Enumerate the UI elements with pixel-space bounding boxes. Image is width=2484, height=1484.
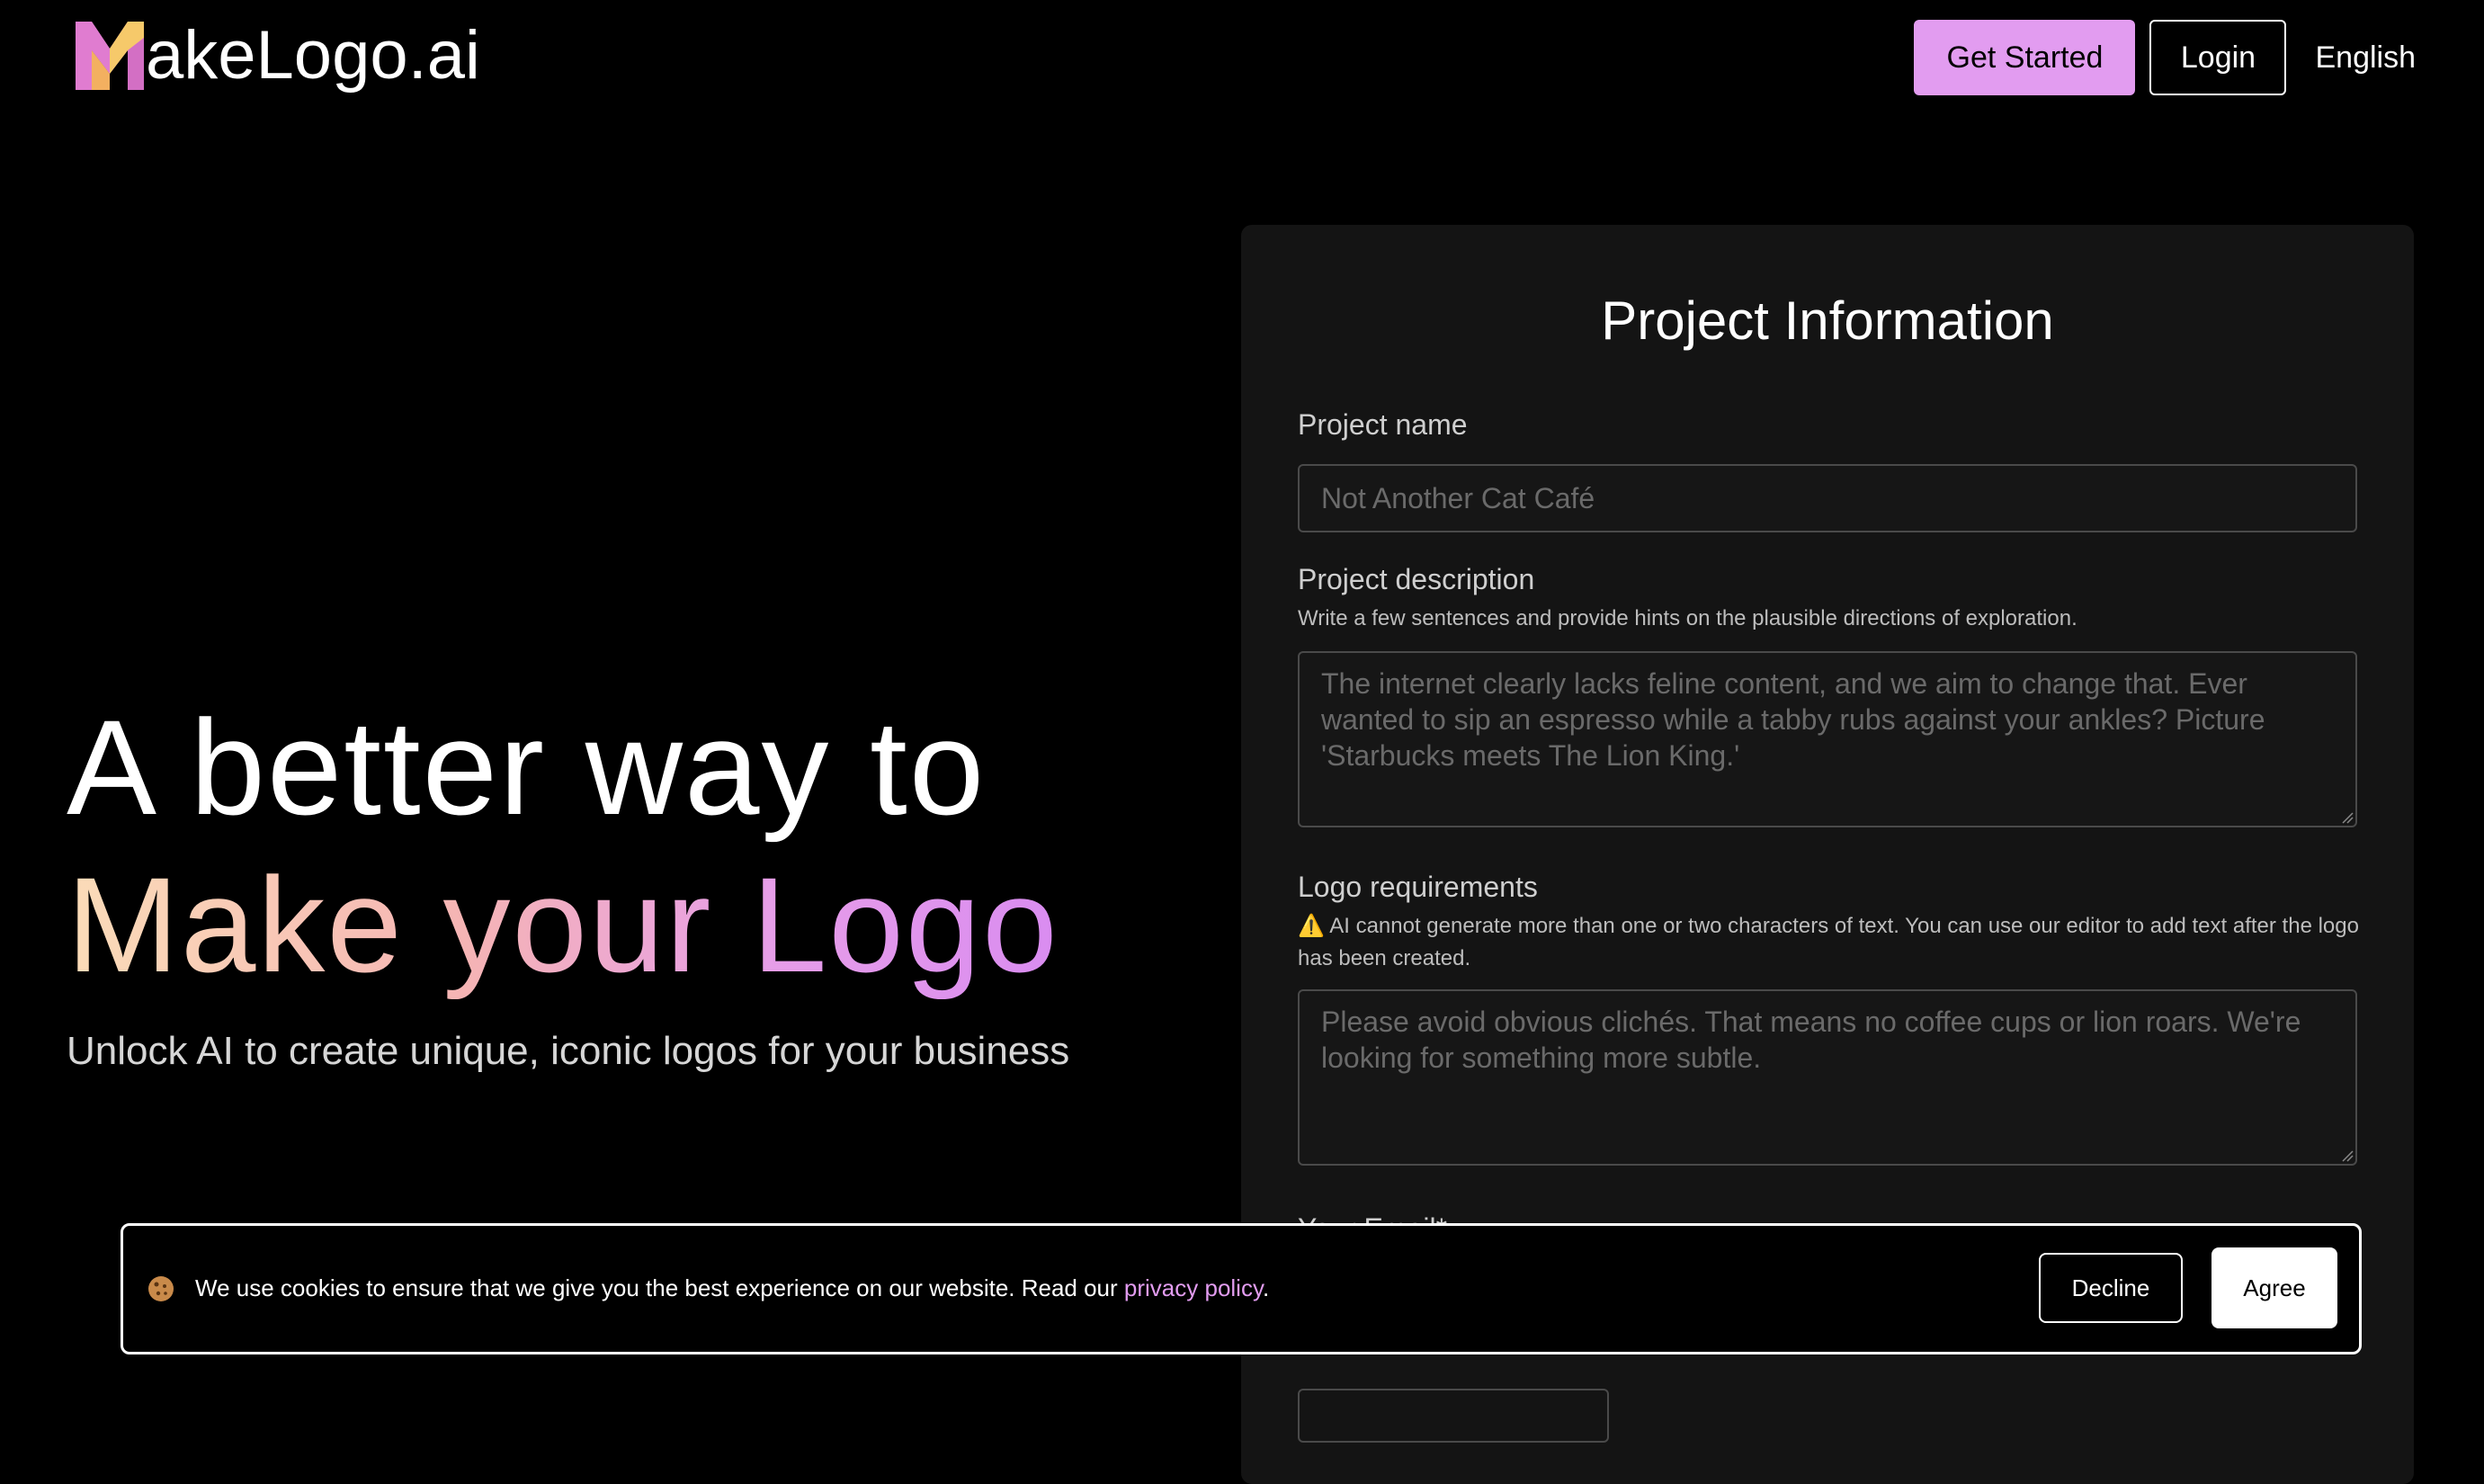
project-description-help: Write a few sentences and provide hints … (1298, 606, 2077, 630)
get-started-button[interactable]: Get Started (1914, 20, 2136, 95)
top-nav: Get Started Login English (1914, 20, 2416, 95)
cookie-text-end: . (1263, 1274, 1270, 1301)
project-name-input[interactable] (1298, 464, 2357, 532)
panel-title: Project Information (1601, 291, 2054, 351)
language-selector[interactable]: English (2315, 40, 2416, 76)
resize-grip-icon[interactable] (2341, 811, 2354, 824)
hero-headline-line1: A better way to (67, 692, 987, 843)
privacy-policy-link[interactable]: privacy policy (1124, 1274, 1263, 1301)
project-description-label: Project description (1298, 563, 1535, 595)
partial-next-field[interactable] (1298, 1389, 1609, 1443)
brand-logo[interactable]: akeLogo.ai (72, 16, 480, 95)
logo-requirements-help: ⚠️ AI cannot generate more than one or t… (1298, 910, 2359, 975)
cookie-message: We use cookies to ensure that we give yo… (195, 1274, 1269, 1302)
brand-name: akeLogo.ai (146, 17, 480, 94)
project-name-label: Project name (1298, 408, 1468, 441)
cookie-icon (148, 1276, 174, 1301)
decline-cookies-button[interactable]: Decline (2039, 1253, 2183, 1323)
project-description-textarea[interactable] (1298, 651, 2357, 827)
cookie-text: We use cookies to ensure that we give yo… (195, 1274, 1124, 1301)
hero-headline-line2: Make your Logo (67, 849, 1059, 1000)
logo-requirements-label: Logo requirements (1298, 871, 1538, 903)
logo-requirements-textarea[interactable] (1298, 989, 2357, 1166)
resize-grip-icon[interactable] (2341, 1149, 2354, 1162)
cookie-banner: We use cookies to ensure that we give yo… (121, 1223, 2362, 1354)
warning-icon: ⚠️ (1298, 914, 1325, 938)
logo-requirements-help-text: AI cannot generate more than one or two … (1298, 914, 2359, 970)
hero-subtitle: Unlock AI to create unique, iconic logos… (67, 1029, 1070, 1073)
m-letter-logo-icon (76, 22, 144, 90)
agree-cookies-button[interactable]: Agree (2211, 1247, 2337, 1328)
login-button[interactable]: Login (2149, 20, 2287, 95)
